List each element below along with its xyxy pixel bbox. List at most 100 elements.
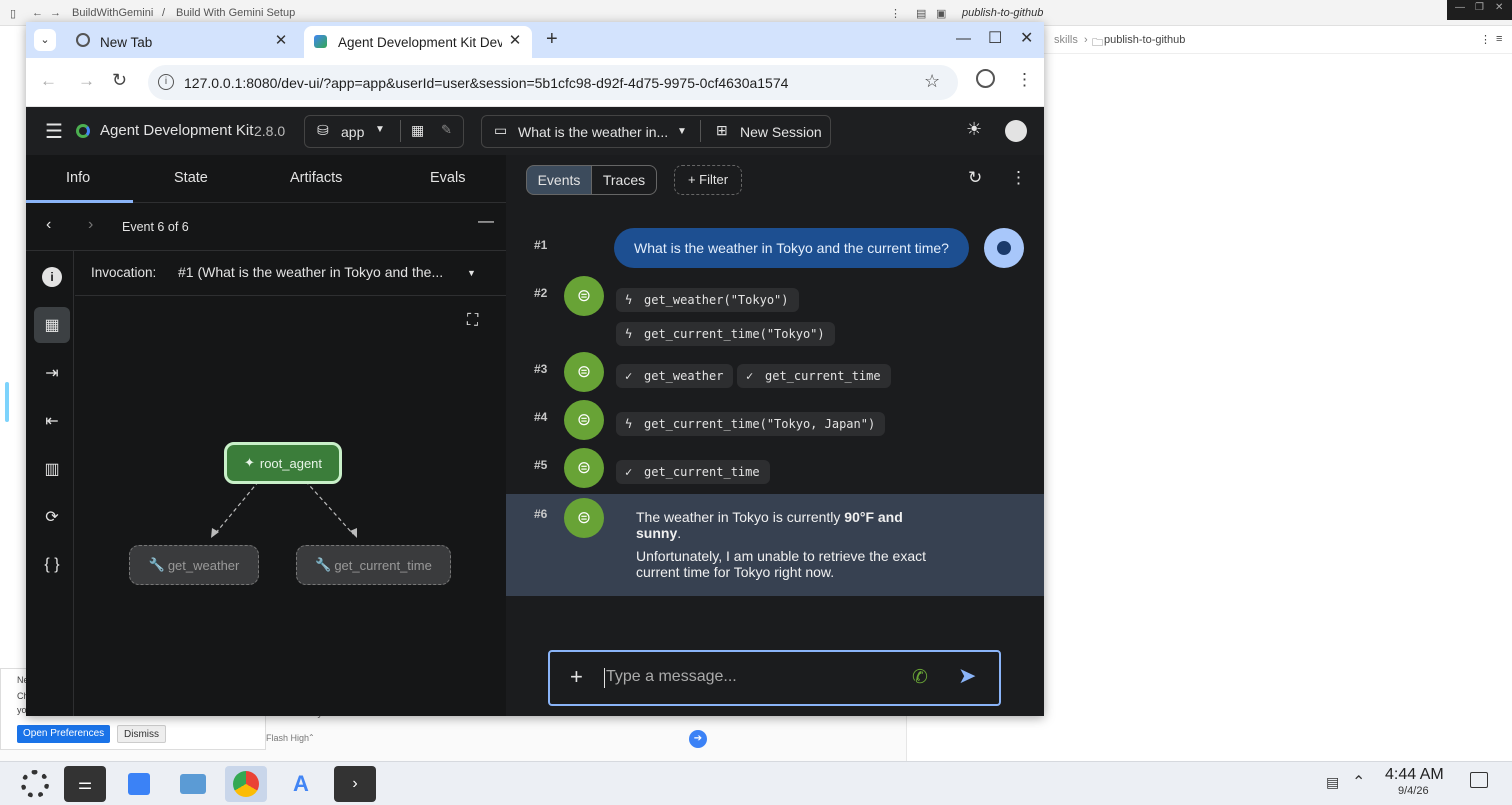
dismiss-button[interactable]: Dismiss: [117, 725, 166, 743]
close-icon[interactable]: ✕: [506, 32, 524, 50]
phone-call-icon[interactable]: ✆: [912, 666, 928, 689]
tab-adk[interactable]: Agent Development Kit Dev ✕: [304, 26, 532, 58]
sparkle-icon: ✦: [243, 455, 255, 470]
graph-icon[interactable]: ▦: [411, 122, 424, 139]
info-icon[interactable]: i: [34, 259, 70, 295]
tab-state[interactable]: State: [174, 170, 208, 186]
tool-node-weather[interactable]: 🔧 get_weather: [129, 545, 259, 585]
file-manager-icon[interactable]: [172, 766, 214, 802]
chrome-browser-icon[interactable]: [225, 766, 267, 802]
function-call-chip[interactable]: ϟ get_weather("Tokyo"): [616, 288, 799, 312]
refresh-icon[interactable]: ↻: [968, 168, 982, 188]
eval-check-icon[interactable]: ⟳: [34, 499, 70, 535]
account-icon[interactable]: [1005, 120, 1027, 142]
minimize-icon[interactable]: —: [1455, 2, 1465, 13]
restore-icon[interactable]: ❐: [1475, 2, 1484, 13]
info-icon[interactable]: i: [158, 74, 174, 90]
tab-search-icon[interactable]: ⌄: [34, 29, 56, 51]
message-input[interactable]: Type a message...: [606, 668, 737, 686]
prev-event-icon[interactable]: ‹: [46, 216, 51, 234]
event-number: #5: [534, 458, 548, 472]
clock-time[interactable]: 4:44 AM: [1385, 766, 1444, 784]
antigravity-icon[interactable]: A: [280, 766, 322, 802]
next-event-icon[interactable]: ›: [88, 216, 93, 234]
app-selector[interactable]: ⛁ app ▼ ▦ ✎: [304, 115, 464, 148]
function-response-chip[interactable]: ✓ get_weather: [616, 364, 734, 388]
tab-traces[interactable]: Traces: [592, 165, 657, 195]
hamburger-menu-icon[interactable]: ☰: [45, 119, 63, 144]
clock-date[interactable]: 9/4/26: [1398, 785, 1429, 797]
wrench-icon: 🔧: [315, 557, 332, 572]
chevron-up-icon[interactable]: ⌃: [1352, 772, 1365, 792]
root-agent-node[interactable]: ✦ root_agent: [224, 442, 342, 484]
url-text[interactable]: 127.0.0.1:8080/dev-ui/?app=app&userId=us…: [184, 75, 788, 91]
clipboard-icon[interactable]: ▤: [1326, 774, 1339, 791]
tab-evals[interactable]: Evals: [430, 170, 465, 186]
session-selector[interactable]: ▭ What is the weather in... ▼ ⊞ New Sess…: [481, 115, 831, 148]
tab-events[interactable]: Events: [526, 165, 592, 195]
model-selector[interactable]: Flash High: [266, 733, 309, 743]
agent-graph: ⛶ ✦ root_agent 🔧 get_weather 🔧 get_current_…: [75, 296, 506, 716]
collapse-icon[interactable]: —: [478, 213, 494, 231]
add-attachment-icon[interactable]: +: [570, 664, 583, 690]
bg-breadcrumb-1[interactable]: BuildWithGemini: [72, 7, 153, 19]
new-tab-plus-icon[interactable]: +: [546, 28, 558, 51]
message-input-box[interactable]: + Type a message... ✆ ➤: [548, 650, 1001, 706]
edit-pencil-icon[interactable]: ✎: [441, 122, 452, 138]
start-menu-icon[interactable]: [14, 766, 56, 802]
chart-icon[interactable]: ▥: [34, 451, 70, 487]
filter-button[interactable]: + Filter: [674, 165, 742, 195]
close-icon[interactable]: ✕: [1495, 2, 1503, 13]
graph-edges: [211, 475, 357, 538]
user-message-bubble[interactable]: What is the weather in Tokyo and the cur…: [614, 228, 969, 268]
tab-new-tab[interactable]: New Tab ✕: [66, 26, 298, 58]
response-icon[interactable]: ⇤: [34, 403, 70, 439]
notifications-icon[interactable]: [1470, 772, 1488, 788]
menu-more-icon[interactable]: ⋮: [1016, 70, 1033, 90]
selected-event-row[interactable]: #6 ⊜ The weather in Tokyo is currently 9…: [506, 494, 1044, 596]
bg-crumb-skills[interactable]: skills: [1054, 34, 1078, 46]
reload-icon[interactable]: ↻: [112, 70, 127, 91]
graph-tree-icon[interactable]: ▦: [34, 307, 70, 343]
new-session-button[interactable]: New Session: [740, 124, 822, 140]
more-vert-icon: ⋮: [890, 8, 901, 20]
function-call-chip[interactable]: ϟ get_current_time("Tokyo, Japan"): [616, 412, 886, 436]
function-call-chip[interactable]: ϟ get_current_time("Tokyo"): [616, 322, 835, 346]
send-icon[interactable]: ➔: [689, 730, 707, 748]
terminal-icon[interactable]: ›: [334, 766, 376, 802]
store-bag-icon[interactable]: [118, 766, 160, 802]
folder-icon: 🗀: [1092, 37, 1103, 49]
back-icon[interactable]: ←: [40, 71, 57, 91]
agent-avatar-icon: ⊜: [564, 352, 604, 392]
function-response-chip[interactable]: ✓ get_current_time: [616, 460, 770, 484]
close-window-icon[interactable]: ✕: [1020, 28, 1033, 48]
settings-sliders-icon[interactable]: ⚌: [64, 766, 106, 802]
function-response-chip[interactable]: ✓ get_current_time: [737, 364, 891, 388]
list-icon[interactable]: ≡: [1496, 33, 1502, 45]
invocation-select[interactable]: #1 (What is the weather in Tokyo and the…: [178, 264, 453, 280]
request-icon[interactable]: ⇥: [34, 355, 70, 391]
bookmark-star-icon[interactable]: ☆: [924, 71, 940, 92]
profile-icon[interactable]: [976, 69, 995, 88]
bg-breadcrumb-2[interactable]: Build With Gemini Setup: [176, 7, 295, 19]
user-avatar-icon: [984, 228, 1024, 268]
close-icon[interactable]: ✕: [272, 32, 290, 50]
agent-avatar-icon: ⊜: [564, 448, 604, 488]
bg-crumb-publish[interactable]: publish-to-github: [1104, 34, 1185, 46]
more-options-icon[interactable]: ⋮: [1010, 168, 1027, 188]
forward-icon[interactable]: →: [78, 71, 95, 91]
bg-tab-publish[interactable]: publish-to-github: [962, 7, 1043, 19]
send-icon[interactable]: ➤: [958, 663, 976, 689]
tab-info[interactable]: Info: [66, 170, 90, 186]
tab-artifacts[interactable]: Artifacts: [290, 170, 342, 186]
address-bar[interactable]: i 127.0.0.1:8080/dev-ui/?app=app&userId=…: [148, 65, 958, 100]
tool-node-time[interactable]: 🔧 get_current_time: [296, 545, 451, 585]
maximize-icon[interactable]: ☐: [988, 28, 1002, 48]
minimize-icon[interactable]: —: [956, 30, 971, 47]
more-vert-icon[interactable]: ⋮: [1480, 33, 1491, 46]
theme-toggle-icon[interactable]: ☀: [966, 119, 982, 140]
open-preferences-button[interactable]: Open Preferences: [17, 725, 111, 743]
dropdown-icon[interactable]: ▼: [467, 268, 476, 278]
code-braces-icon[interactable]: { }: [34, 547, 70, 583]
dropdown-icon: ▼: [677, 126, 687, 137]
